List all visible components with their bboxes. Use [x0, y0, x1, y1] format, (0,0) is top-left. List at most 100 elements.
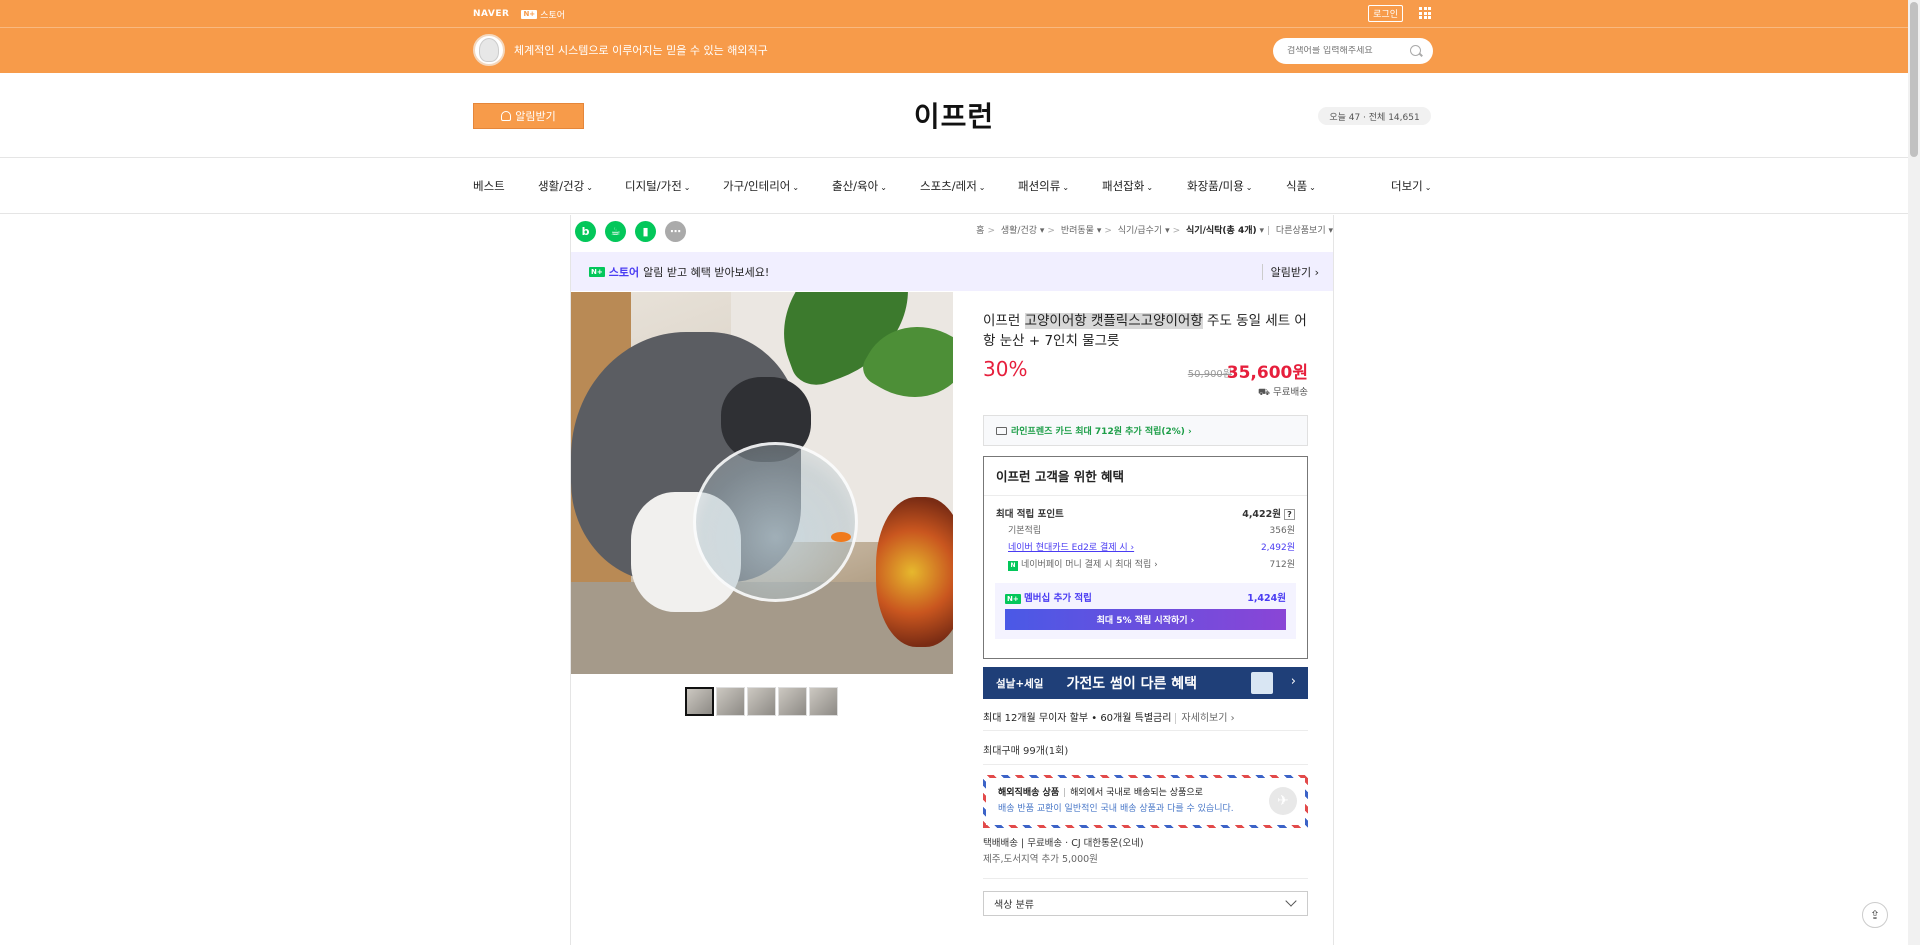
- discount-rate: 30%: [983, 357, 1028, 381]
- thumbnail-5[interactable]: [809, 687, 838, 716]
- thumbnail-1[interactable]: [685, 687, 714, 716]
- category-nav-inner: 베스트 생활/건강 ⌄ 디지털/가전 ⌄ 가구/인테리어 ⌄ 출산/육아 ⌄ 스포츠/레…: [473, 159, 1433, 214]
- store-title[interactable]: 이프런: [0, 95, 1908, 135]
- floating-share-button[interactable]: ⇪: [1862, 902, 1888, 928]
- naver-plus-store-link[interactable]: N+ 스토어: [521, 8, 565, 21]
- chevron-down-icon: ⌄: [1245, 183, 1253, 192]
- nav-item-baby[interactable]: 출산/육아 ⌄: [832, 178, 887, 194]
- npay-money-row[interactable]: N 네이버페이 머니 결제 시 최대 적립 › 712원: [996, 557, 1295, 574]
- max-points-row: 최대 적립 포인트 4,422원?: [996, 506, 1295, 523]
- breadcrumb: 홈 > 생활/건강 ▾ > 반려동물 ▾ > 식기/급수기 ▾ > 식기/식탁(총 4개…: [976, 226, 1333, 236]
- share-row: b ☕ ▮ ⋯: [575, 221, 686, 242]
- truck-icon: ⛟: [1258, 387, 1270, 398]
- naver-plus-badge: N+: [589, 266, 605, 277]
- alert-store-label: 스토어: [608, 265, 640, 279]
- breadcrumb-level-2[interactable]: 반려동물: [1061, 226, 1094, 236]
- thumbnail-2[interactable]: [716, 687, 745, 716]
- chevron-down-icon: ⌄: [683, 183, 691, 192]
- breadcrumb-level-4[interactable]: 식기/식탁(총 4개): [1186, 226, 1257, 236]
- nav-item-furniture[interactable]: 가구/인테리어 ⌄: [723, 178, 799, 194]
- delivery-info: 택배배송 | 무료배송 · CJ 대한통운(오네) 제주,도서지역 추가 5,0…: [983, 838, 1144, 865]
- thumbnail-strip: [685, 687, 838, 716]
- breadcrumb-level-1[interactable]: 생활/건강: [1001, 226, 1037, 236]
- hyundai-card-row[interactable]: 네이버 현대카드 Ed2로 결제 시 › 2,492원: [996, 540, 1295, 557]
- start-membership-button[interactable]: 최대 5% 적립 시작하기 ›: [1005, 609, 1286, 630]
- top-bar: NAVER N+ 스토어 로그인 체계적인 시스템으로 이루어지는 믿을 수 있…: [0, 0, 1908, 73]
- store-avatar[interactable]: [473, 34, 505, 66]
- benefit-box: 이프런 고객을 위한 혜택 최대 적립 포인트 4,422원? 기본적립 356원…: [983, 456, 1308, 659]
- breadcrumb-level-3[interactable]: 식기/급수기: [1118, 226, 1162, 236]
- chevron-down-icon: ⌄: [1424, 183, 1432, 192]
- npay-icon: N: [1008, 561, 1018, 571]
- max-purchase: 최대구매 99개(1회): [983, 731, 1308, 765]
- promo-banner[interactable]: 설날+세일 가전도 썸이 다른 혜택 ›: [983, 667, 1308, 699]
- divider: [983, 878, 1308, 879]
- chevron-down-icon: ⌄: [978, 183, 986, 192]
- nav-item-living[interactable]: 생활/건강 ⌄: [538, 178, 593, 194]
- top-bar-row-1: NAVER N+ 스토어 로그인: [473, 4, 1433, 24]
- color-option-select[interactable]: 색상 분류: [983, 891, 1308, 916]
- chevron-down-icon: ⌄: [792, 183, 800, 192]
- category-nav: 베스트 생활/건강 ⌄ 디지털/가전 ⌄ 가구/인테리어 ⌄ 출산/육아 ⌄ 스포츠/레…: [0, 159, 1908, 214]
- product-main-image[interactable]: [571, 292, 953, 674]
- product-title: 이프런 고양이어항 캣플릭스고양이어항 주도 동일 세트 어항 눈산 + 7인치…: [983, 313, 1307, 349]
- search-box[interactable]: [1273, 38, 1433, 64]
- visitor-count: 오늘 47 · 전체 14,651: [1318, 107, 1431, 125]
- base-points-row: 기본적립 356원: [1008, 526, 1295, 536]
- page-scrollbar[interactable]: [1908, 0, 1920, 945]
- chevron-down-icon: ⌄: [1062, 183, 1070, 192]
- scrollbar-thumb[interactable]: [1910, 2, 1918, 157]
- store-header: 알림받기 이프런 오늘 47 · 전체 14,651: [0, 73, 1908, 158]
- naver-plus-badge: N+: [521, 9, 538, 19]
- nav-item-fashion-clothes[interactable]: 패션의류 ⌄: [1018, 178, 1069, 194]
- help-icon[interactable]: ?: [1284, 509, 1295, 520]
- original-price: 50,900원: [1187, 369, 1232, 380]
- blog-share-icon[interactable]: b: [575, 221, 596, 242]
- chevron-down-icon: ⌄: [880, 183, 887, 192]
- nav-item-fashion-goods[interactable]: 패션잡화 ⌄: [1102, 178, 1153, 194]
- nav-item-beauty[interactable]: 화장품/미용 ⌄: [1187, 178, 1252, 194]
- appliance-image: [1251, 672, 1273, 694]
- membership-area: N+ 멤버십 추가 적립 1,424원 최대 5% 적립 시작하기 ›: [995, 583, 1296, 639]
- alert-subscribe-link[interactable]: 알림받기 ›: [1261, 264, 1319, 280]
- chevron-down-icon: ⌄: [1309, 183, 1316, 192]
- thumbnail-3[interactable]: [747, 687, 776, 716]
- card-icon: [996, 426, 1007, 435]
- card-offer[interactable]: 라인프렌즈 카드 최대 712원 추가 적립(2%) ›: [983, 415, 1308, 446]
- naver-logo[interactable]: NAVER: [473, 9, 509, 19]
- chevron-right-icon: ›: [1290, 674, 1296, 689]
- bookmark-share-icon[interactable]: ▮: [635, 221, 656, 242]
- chevron-down-icon: [1285, 895, 1297, 907]
- alert-text: 알림 받고 혜택 받아보세요!: [643, 265, 770, 279]
- nav-item-best[interactable]: 베스트: [473, 178, 505, 194]
- breadcrumb-home[interactable]: 홈: [976, 226, 984, 236]
- search-input[interactable]: [1287, 46, 1407, 56]
- other-products-link[interactable]: 다른상품보기: [1276, 226, 1326, 236]
- thumbnail-4[interactable]: [778, 687, 807, 716]
- apps-grid-icon[interactable]: [1419, 7, 1431, 19]
- product-content: b ☕ ▮ ⋯ 홈 > 생활/건강 ▾ > 반려동물 ▾ > 식기/급수기 ▾ > 식기…: [570, 215, 1334, 945]
- avatar-icon: [479, 38, 499, 62]
- nav-item-more[interactable]: 더보기 ⌄: [1391, 178, 1431, 194]
- store-slogan: 체계적인 시스템으로 이루어지는 믿을 수 있는 해외직구: [514, 44, 768, 57]
- benefit-title: 이프런 고객을 위한 혜택: [984, 457, 1307, 496]
- login-button[interactable]: 로그인: [1368, 5, 1403, 22]
- more-share-icon[interactable]: ⋯: [665, 221, 686, 242]
- cafe-share-icon[interactable]: ☕: [605, 221, 626, 242]
- nav-item-digital[interactable]: 디지털/가전 ⌄: [625, 178, 690, 194]
- nav-item-sports[interactable]: 스포츠/레저 ⌄: [920, 178, 985, 194]
- chevron-down-icon: ⌄: [586, 183, 593, 192]
- overseas-shipping-notice: 해외직배송 상품 | 해외에서 국내로 배송되는 상품으로 배송 반품 교환이 일반…: [983, 775, 1308, 828]
- top-bar-row-2: 체계적인 시스템으로 이루어지는 믿을 수 있는 해외직구: [473, 33, 1433, 67]
- installment-more-link[interactable]: 자세히보기 ›: [1175, 713, 1235, 724]
- price-row: 30% 50,900원 35,600원: [983, 357, 1308, 387]
- search-icon[interactable]: [1410, 45, 1421, 56]
- nav-item-food[interactable]: 식품 ⌄: [1286, 178, 1316, 194]
- chevron-down-icon: ⌄: [1146, 183, 1154, 192]
- sale-price: 35,600원: [1226, 363, 1308, 383]
- membership-row: N+ 멤버십 추가 적립 1,424원: [1005, 593, 1286, 604]
- installment-info: 최대 12개월 무이자 할부 • 60개월 특별금리 자세히보기 ›: [983, 709, 1308, 731]
- top-bar-divider: [0, 27, 1908, 28]
- naver-plus-badge: N+: [1005, 594, 1021, 604]
- product-info: 이프런 고양이어항 캣플릭스고양이어항 주도 동일 세트 어항 눈산 + 7인치…: [983, 292, 1308, 916]
